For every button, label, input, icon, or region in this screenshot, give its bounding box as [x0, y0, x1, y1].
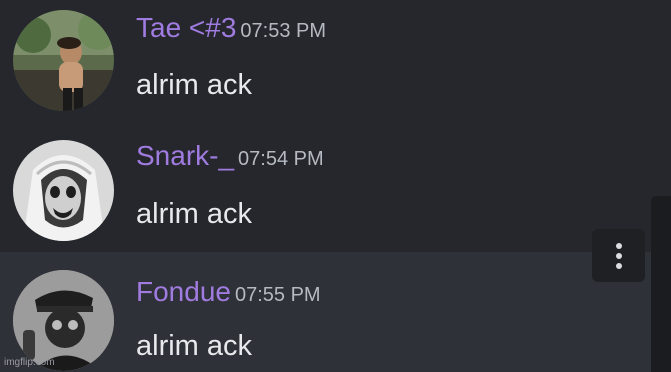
timestamp: 07:53 PM: [240, 20, 327, 42]
username[interactable]: Snark-_: [136, 140, 234, 171]
scrollbar[interactable]: [651, 196, 671, 372]
more-options-icon[interactable]: [592, 229, 645, 282]
username[interactable]: Fondue: [136, 276, 231, 307]
message-header: Tae <#3 07:53 PM: [136, 12, 326, 44]
chat-message[interactable]: Snark-_ 07:54 PM alrim ack: [0, 124, 671, 252]
watermark: imgflip.com: [4, 357, 55, 368]
username[interactable]: Tae <#3: [136, 12, 236, 43]
timestamp: 07:54 PM: [238, 148, 324, 170]
user-avatar-photo-icon[interactable]: [13, 10, 114, 111]
message-content: alrim ack: [136, 198, 253, 230]
timestamp: 07:55 PM: [234, 284, 321, 306]
message-header: Fondue 07:55 PM: [136, 276, 321, 308]
user-avatar-nun-icon[interactable]: [13, 140, 114, 241]
chat-message[interactable]: Tae <#3 07:53 PM alrim ack: [0, 0, 671, 124]
message-content: alrim ack: [136, 330, 253, 362]
dot: [615, 262, 622, 269]
message-content: alrim ack: [136, 69, 253, 101]
message-header: Snark-_ 07:54 PM: [136, 140, 324, 172]
chat-message[interactable]: Fondue 07:55 PM alrim ack: [0, 252, 671, 372]
dot: [615, 252, 622, 259]
dot: [615, 242, 622, 249]
user-avatar-officer-icon[interactable]: [13, 270, 114, 371]
chat-message-list: Tae <#3 07:53 PM alrim ack Snark-_ 07:54 P…: [0, 0, 671, 372]
